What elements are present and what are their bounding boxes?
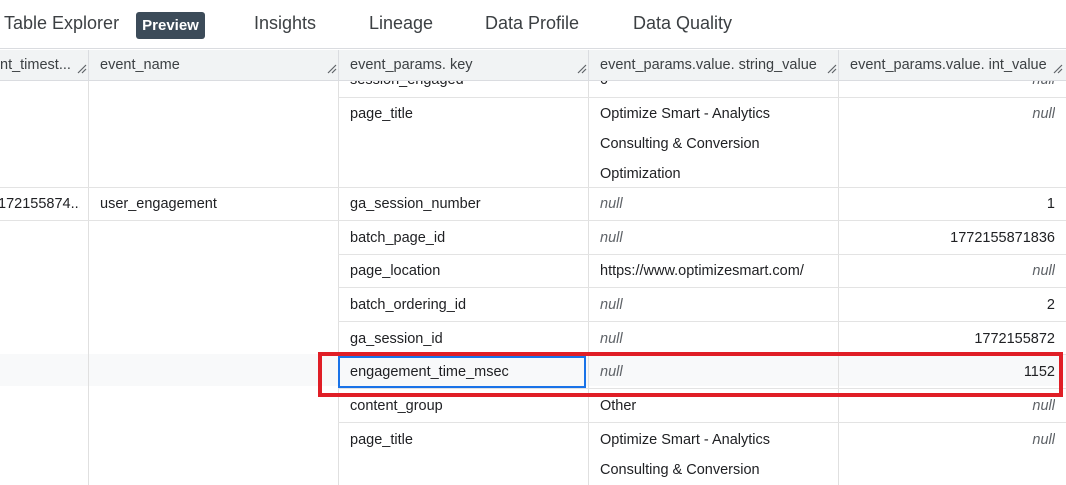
cell-key[interactable]: ga_session_id	[350, 324, 580, 354]
cell-string-value[interactable]: null	[600, 223, 830, 253]
tab-bar: Table Explorer Preview Insights Lineage …	[0, 0, 1066, 49]
annotation-highlight-box	[318, 352, 1063, 397]
results-grid: nt_timest... event_name event_params. ke…	[0, 50, 1066, 485]
cell-key[interactable]: page_title	[350, 99, 580, 129]
tab-lineage[interactable]: Lineage	[369, 13, 433, 34]
cell-int-value[interactable]: 1	[850, 189, 1055, 219]
cell-key[interactable]: batch_ordering_id	[350, 290, 580, 320]
cell-int-value[interactable]: 1772155872	[850, 324, 1055, 354]
column-header-string-value[interactable]: event_params.value. string_value	[590, 50, 825, 81]
cell-int-value[interactable]: 2	[850, 290, 1055, 320]
resize-handle-icon[interactable]	[1053, 64, 1063, 74]
cell-event-name[interactable]: user_engagement	[100, 189, 330, 219]
cell-key[interactable]: ga_session_number	[350, 189, 580, 219]
column-header-key[interactable]: event_params. key	[340, 50, 565, 81]
cell-string-value[interactable]: null	[600, 189, 830, 219]
cell-int-value[interactable]: null	[850, 425, 1055, 455]
cell-int-value[interactable]: null	[850, 256, 1055, 286]
preview-badge[interactable]: Preview	[136, 12, 205, 39]
tab-insights[interactable]: Insights	[254, 13, 316, 34]
tab-data-profile[interactable]: Data Profile	[485, 13, 579, 34]
cell-string-value[interactable]: null	[600, 290, 830, 320]
cell-event-timestamp[interactable]: 172155874...	[0, 189, 80, 219]
cell-string-value[interactable]: https://www.optimizesmart.com/	[600, 256, 832, 286]
tab-table-explorer[interactable]: Table Explorer	[4, 13, 119, 34]
column-header-event-timestamp[interactable]: nt_timest...	[0, 50, 78, 81]
cell-string-value[interactable]: Optimize Smart - Analytics Consulting & …	[600, 425, 828, 485]
tab-data-quality[interactable]: Data Quality	[633, 13, 732, 34]
cell-string-value[interactable]: null	[600, 324, 830, 354]
resize-handle-icon[interactable]	[327, 64, 337, 74]
cell-key[interactable]: page_location	[350, 256, 580, 286]
cell-int-value[interactable]: 1772155871836	[850, 223, 1055, 253]
resize-handle-icon[interactable]	[827, 64, 837, 74]
cell-key[interactable]: page_title	[350, 425, 580, 455]
column-header-event-name[interactable]: event_name	[90, 50, 315, 81]
cell-string-value[interactable]: Optimize Smart - Analytics Consulting & …	[600, 99, 828, 189]
resize-handle-icon[interactable]	[577, 64, 587, 74]
resize-handle-icon[interactable]	[77, 64, 87, 74]
cell-key[interactable]: batch_page_id	[350, 223, 580, 253]
column-header-int-value[interactable]: event_params.value. int_value	[840, 50, 1055, 81]
cell-int-value[interactable]: null	[850, 99, 1055, 129]
grid-header: nt_timest... event_name event_params. ke…	[0, 50, 1066, 81]
